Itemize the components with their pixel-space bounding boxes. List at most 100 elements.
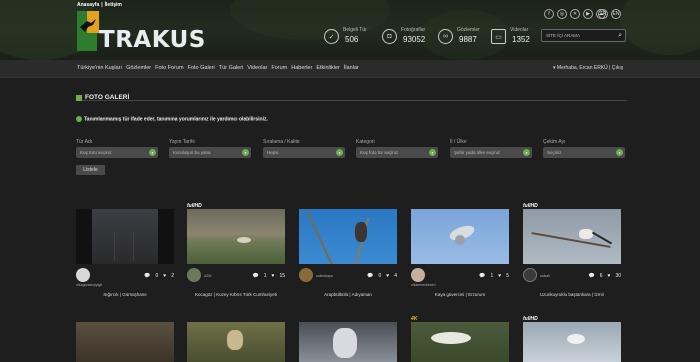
stat-photos[interactable]: ◘ Fotoğraflar 93052 (382, 27, 425, 44)
chevron-down-icon: ▾ (429, 149, 436, 156)
contact-link[interactable]: İletişim (105, 2, 122, 8)
photo-caption[interactable]: Sığırcık | Gümüşhane (76, 292, 174, 297)
photo-thumbnail[interactable] (523, 322, 621, 362)
home-link[interactable]: Anasayfa (77, 2, 99, 8)
nav-item-events[interactable]: Etkinlikler (316, 65, 340, 71)
gallery-card[interactable]: fullHD salsalr 💬 6 ♥ 30 Uzunkuyruklu baştan… (523, 203, 621, 297)
nav-item-birds[interactable]: Türkiye'nin Kuşları (77, 65, 122, 71)
date-select[interactable]: Kuruluşun bu yana ▾ (169, 147, 251, 158)
lang-tr-button[interactable]: TR (598, 9, 608, 19)
species-select[interactable]: Kuş türü seçiniz ▾ (76, 147, 158, 158)
stat-value: 9887 (459, 35, 477, 44)
logo-text: TRAKUS (99, 27, 206, 53)
nav-item-photo-forum[interactable]: Foto Forum (155, 65, 183, 71)
select-placeholder: Kuş türü seçiniz (80, 150, 112, 155)
user-menu[interactable]: ▾ Merhaba, Ercan ERKÜ | Çıkış (553, 65, 623, 71)
gallery-card[interactable] (187, 316, 285, 362)
select-placeholder: Seçiniz (547, 150, 562, 155)
username[interactable]: AZM (204, 274, 211, 278)
month-select[interactable]: Seçiniz ▾ (543, 147, 625, 158)
filter-label: Kategori (356, 139, 375, 145)
logo[interactable]: TRAKUS (77, 11, 205, 52)
photo-thumbnail[interactable] (411, 322, 509, 362)
gallery-card[interactable]: fullHD AZM 💬 1 ♥ 15 Kocagöz | Kuzey Kıbrıs … (187, 203, 285, 297)
photo-caption[interactable]: Uzunkuyruklu baştankara | İzmir (523, 292, 621, 297)
section-header: FOTO GALERİ (76, 94, 627, 101)
location-select[interactable]: Şehir yada ülke seçiniz ▾ (450, 147, 532, 158)
photo-thumbnail[interactable] (299, 209, 397, 264)
section-marker (76, 95, 82, 101)
gallery-card[interactable]: fullHD (523, 316, 621, 362)
search-icon[interactable]: ⌕ (618, 32, 622, 40)
nav-item-news[interactable]: Haberler (291, 65, 312, 71)
bird-silhouette-icon (80, 19, 96, 32)
photo-caption[interactable]: Kaya güvercini | Erzurum (411, 292, 509, 297)
stat-value: 506 (345, 35, 359, 44)
photo-caption[interactable]: Kocagöz | Kuzey Kıbrıs Türk Cumhuriyeti (187, 292, 285, 297)
filter-sort: Sıralama / Kalite Hepsi ▾ (263, 139, 345, 158)
video-icon: ▭ (491, 29, 506, 44)
stat-species[interactable]: ✓ Belgeli Tür 506 (324, 27, 367, 44)
nav-item-videos[interactable]: Videolar (247, 65, 267, 71)
comment-count: 0 (155, 273, 159, 279)
username[interactable]: mkagorkanyiyigit (76, 283, 102, 287)
like-count: 2 (171, 273, 174, 279)
sort-select[interactable]: Hepsi ▾ (263, 147, 345, 158)
nav-item-ads[interactable]: İlanlar (344, 65, 359, 71)
stat-observations[interactable]: ∞ Gözlemler 9887 (438, 27, 480, 44)
heart-icon[interactable]: ♥ (386, 273, 389, 279)
gallery-card[interactable]: sakirsbaya 💬 0 ♥ 4 Arapbülbülü | Adıyaman (299, 203, 397, 297)
photo-thumbnail[interactable] (523, 209, 621, 264)
gallery-card[interactable] (76, 316, 174, 362)
avatar[interactable] (411, 268, 425, 282)
x-icon[interactable]: ✕ (570, 9, 580, 19)
gallery-card[interactable] (299, 316, 397, 362)
photo-thumbnail[interactable] (76, 322, 174, 362)
nav-item-forum[interactable]: Forum (271, 65, 287, 71)
info-text: Tanımlanmamış tür ifade eder, tanımına y… (76, 116, 268, 122)
heart-icon[interactable]: ♥ (498, 273, 501, 279)
username[interactable]: salsalr (540, 274, 550, 278)
stat-value: 1352 (512, 35, 530, 44)
filter-month: Çekim Ayı Seçiniz ▾ (543, 139, 625, 158)
list-button[interactable]: Listele (76, 165, 105, 175)
heart-icon[interactable]: ♥ (607, 273, 610, 279)
avatar[interactable] (187, 268, 201, 282)
heart-icon[interactable]: ♥ (271, 273, 274, 279)
photo-thumbnail[interactable] (411, 209, 509, 264)
photo-thumbnail[interactable] (187, 209, 285, 264)
photo-thumbnail[interactable] (187, 322, 285, 362)
nav-item-photo-gallery[interactable]: Foto Galeri (188, 65, 215, 71)
photo-caption[interactable]: Arapbülbülü | Adıyaman (299, 292, 397, 297)
binoculars-icon: ∞ (438, 29, 453, 44)
avatar[interactable] (523, 268, 537, 282)
comment-icon: 💬 (144, 273, 151, 279)
facebook-icon[interactable]: f (544, 9, 554, 19)
comment-icon: 💬 (252, 273, 259, 279)
stat-label: Gözlemler (457, 27, 480, 33)
avatar[interactable] (76, 268, 90, 282)
lang-en-button[interactable]: EN (611, 9, 621, 19)
heart-icon[interactable]: ♥ (163, 273, 166, 279)
gallery-card[interactable]: 4K (411, 316, 509, 362)
username[interactable]: sakirsbaya (316, 274, 333, 278)
gallery-card[interactable]: mkagorkanyiyigit 💬 0 ♥ 2 Sığırcık | Gümüşha… (76, 203, 174, 297)
chevron-down-icon: ▾ (336, 149, 343, 156)
avatar[interactable] (299, 268, 313, 282)
photo-thumbnail[interactable] (76, 209, 174, 264)
like-count: 5 (506, 273, 509, 279)
nav-item-observations[interactable]: Gözlemler (126, 65, 151, 71)
select-placeholder: Şehir yada ülke seçiniz (454, 150, 501, 155)
filter-label: Yayın Tarihi (169, 139, 195, 145)
photo-thumbnail[interactable] (299, 322, 397, 362)
site-header: Anasayfa | İletişim TRAKUS f ◎ ✕ ▶ ☁ TR EN… (0, 0, 700, 60)
search-input[interactable]: SİTE İÇİ ARAMA ⌕ (541, 29, 626, 42)
username[interactable]: olkanmenkesen (411, 283, 436, 287)
stat-label: Belgeli Tür (343, 27, 367, 33)
youtube-icon[interactable]: ▶ (583, 9, 593, 19)
gallery-card[interactable]: olkanmenkesen 💬 1 ♥ 5 Kaya güvercini | Erzu… (411, 203, 509, 297)
nav-item-species-gallery[interactable]: Tür Galeri (219, 65, 243, 71)
stat-videos[interactable]: ▭ Videolar 1352 (491, 27, 530, 44)
instagram-icon[interactable]: ◎ (557, 9, 567, 19)
category-select[interactable]: Kuş foto tür seçiniz ▾ (356, 147, 438, 158)
